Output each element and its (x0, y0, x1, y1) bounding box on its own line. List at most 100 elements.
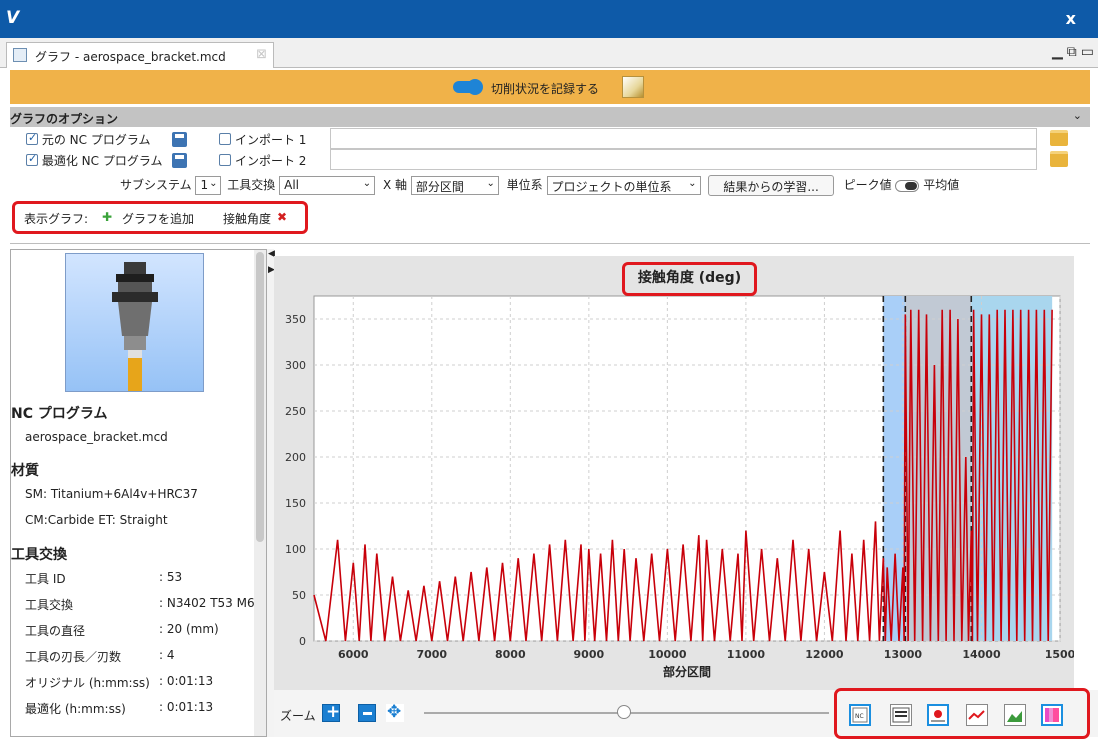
zoom-in-button[interactable] (322, 702, 340, 722)
tab-label: グラフ - aerospace_bracket.mcd (35, 50, 226, 64)
collapse-icon[interactable]: ⌄ (1073, 109, 1082, 122)
material-sm: SM: Titanium+6Al4v+HRC37 (25, 487, 198, 501)
x-tick-label: 14000 (962, 648, 1001, 661)
graph-controls-row: サブシステム 1 ⌄ 工具交換 All ⌄ X 軸 部分区間 ⌄ 単位系 プロジェクト… (120, 175, 959, 196)
zoom-fit-button[interactable] (386, 702, 404, 722)
options-header[interactable]: グラフのオプション ⌄ (10, 107, 1090, 127)
y-tick-label: 300 (285, 359, 306, 372)
x-tick-label: 10000 (648, 648, 687, 661)
chart-title: 接触角度 (deg) (622, 262, 757, 296)
scrollbar-thumb[interactable] (256, 252, 264, 542)
chart-tools: NC (834, 688, 1090, 739)
tool-flutes-value: : 4 (159, 648, 175, 662)
remove-graph-icon[interactable]: ✖ (277, 210, 287, 224)
line-chart-icon[interactable] (966, 704, 988, 726)
x-tick-label: 9000 (574, 648, 605, 661)
tool-change-value: : N3402 T53 M6 (159, 596, 255, 610)
x-axis-label: 部分区間 (663, 664, 711, 679)
subsystem-select[interactable]: 1 ⌄ (195, 176, 222, 195)
original-nc-label: 元の NC プログラム (41, 133, 151, 147)
record-chart-icon[interactable] (622, 76, 644, 98)
area-chart-icon[interactable] (1004, 704, 1026, 726)
import2-checkbox[interactable] (219, 154, 232, 166)
original-time-key: オリジナル (h:mm:ss) (25, 676, 150, 690)
tab-bar: グラフ - aerospace_bracket.mcd ⊠ ▁ ⧉ ▭ (0, 38, 1098, 68)
tool-diameter-key: 工具の直径 (25, 624, 86, 638)
y-tick-label: 150 (285, 497, 306, 510)
tool-id-value: : 53 (159, 570, 183, 584)
import1-checkbox[interactable] (219, 133, 232, 145)
zoom-slider[interactable] (424, 705, 829, 719)
graph-icon (13, 48, 27, 62)
x-tick-label: 7000 (416, 648, 447, 661)
units-label: 単位系 (506, 178, 543, 192)
close-window-button[interactable]: x (1066, 9, 1076, 28)
nc-program-heading: NC プログラム (11, 406, 108, 422)
save-icon[interactable] (172, 153, 188, 168)
title-bar: V x (0, 0, 1098, 38)
table-view-icon[interactable] (890, 704, 912, 726)
left-panel-scrollbar[interactable] (254, 250, 266, 736)
displayed-graphs-label: 表示グラフ: (24, 212, 89, 226)
x-tick-label: 1500 (1045, 648, 1074, 661)
window-buttons: ▁ ⧉ ▭ (1052, 44, 1094, 60)
app-logo-icon: V (6, 8, 20, 28)
tool-flutes-key: 工具の刃長／刃数 (25, 650, 122, 664)
optimized-nc-checkbox[interactable] (26, 152, 38, 166)
record-toggle[interactable] (453, 79, 483, 95)
nc-overlay-icon[interactable]: NC (849, 704, 871, 726)
options-title: グラフのオプション (10, 112, 119, 126)
toolchange-select[interactable]: All ⌄ (279, 176, 376, 195)
learn-from-results-button[interactable]: 結果からの学習... (708, 175, 834, 196)
optimized-time-key: 最適化 (h:mm:ss) (25, 702, 126, 716)
svg-text:NC: NC (855, 713, 864, 720)
xaxis-label: X 軸 (382, 178, 408, 192)
x-tick-label: 13000 (884, 648, 923, 661)
minimize-button[interactable]: ▁ (1052, 44, 1063, 60)
y-tick-label: 350 (285, 313, 306, 326)
xaxis-select[interactable]: 部分区間 ⌄ (410, 176, 499, 195)
optimized-nc-label: 最適化 NC プログラム (41, 154, 163, 168)
save-icon[interactable] (172, 132, 188, 147)
units-select[interactable]: プロジェクトの単位系 ⌄ (546, 176, 701, 195)
detach-button[interactable]: ⧉ (1067, 44, 1077, 60)
marker-icon[interactable] (927, 704, 949, 726)
add-graph-button[interactable]: グラフを追加 (122, 210, 194, 227)
x-tick-label: 8000 (495, 648, 526, 661)
subsystem-label: サブシステム (120, 178, 192, 192)
y-tick-label: 0 (299, 635, 306, 648)
peak-label: ピーク値 (843, 178, 892, 192)
tool-info-panel: NC プログラム aerospace_bracket.mcd 材質 SM: Ti… (10, 249, 267, 737)
options-panel: 元の NC プログラム インポート 1 最適化 NC プログラム インポート 2… (10, 127, 1090, 244)
import2-label: インポート 2 (234, 154, 307, 168)
tool-change-heading: 工具交換 (11, 547, 67, 563)
zoom-out-button[interactable] (358, 704, 376, 722)
add-plus-icon[interactable]: ✚ (102, 210, 112, 224)
import2-path-field[interactable] (330, 149, 1037, 170)
graph-item-contact-angle[interactable]: 接触角度 (223, 210, 271, 227)
x-tick-label: 12000 (805, 648, 844, 661)
original-nc-checkbox[interactable] (26, 131, 38, 145)
panel-splitter[interactable]: ◀ ▶ (267, 249, 275, 737)
original-nc-row: 元の NC プログラム インポート 1 (26, 131, 306, 148)
tool-holder-icon (112, 262, 158, 391)
zoom-slider-knob[interactable] (617, 705, 631, 719)
material-heading: 材質 (11, 463, 39, 479)
color-spectrum-icon[interactable] (1041, 704, 1063, 726)
tab-close-icon[interactable]: ⊠ (256, 47, 267, 62)
toolchange-label: 工具交換 (227, 178, 276, 192)
x-tick-label: 11000 (727, 648, 766, 661)
nc-file-name: aerospace_bracket.mcd (25, 430, 168, 444)
tab-graph[interactable]: グラフ - aerospace_bracket.mcd ⊠ (6, 42, 274, 68)
x-tick-label: 6000 (338, 648, 369, 661)
average-label: 平均値 (923, 178, 960, 192)
folder-open-icon[interactable] (1050, 130, 1068, 146)
import1-label: インポート 1 (234, 133, 307, 147)
tool-thumbnail (65, 253, 204, 392)
maximize-button[interactable]: ▭ (1081, 44, 1094, 60)
folder-open-icon[interactable] (1050, 151, 1068, 167)
y-tick-label: 50 (292, 589, 306, 602)
tool-diameter-value: : 20 (mm) (159, 622, 219, 636)
peak-average-toggle[interactable] (895, 179, 920, 192)
import1-path-field[interactable] (330, 128, 1037, 149)
